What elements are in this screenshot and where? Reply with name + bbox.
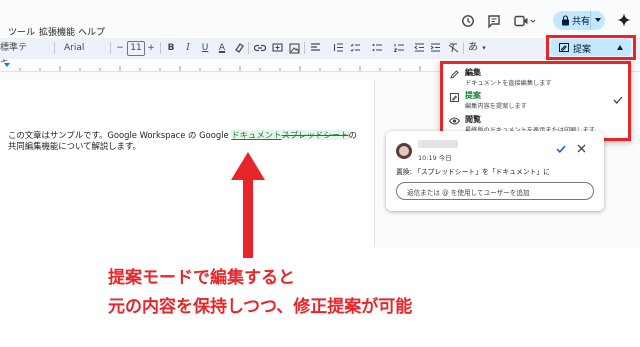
mode-option-title: 閲覧 bbox=[465, 115, 481, 124]
share-button[interactable]: 共有 bbox=[553, 11, 605, 30]
arrow-up-icon bbox=[231, 152, 265, 258]
font-size-increase[interactable]: + bbox=[146, 40, 156, 56]
caption-line-1: 提案モードで編集すると bbox=[108, 268, 295, 288]
suggestion-text: 置換: 「スプレッドシート」を「ドキュメント」に bbox=[396, 168, 550, 176]
mode-option-title: 提案 bbox=[465, 91, 481, 100]
reply-input[interactable]: 返信または @ を使用してユーザーを追加 bbox=[396, 182, 594, 200]
toolbar-divider bbox=[304, 42, 305, 54]
avatar bbox=[396, 143, 412, 159]
mode-option-title: 編集 bbox=[465, 68, 481, 77]
align-icon[interactable] bbox=[310, 43, 321, 53]
document-line-1: この文章はサンプルです。Google Workspace の Google ドキ… bbox=[8, 130, 357, 141]
clear-formatting-icon[interactable] bbox=[448, 43, 459, 53]
checklist-icon[interactable] bbox=[350, 43, 361, 53]
document-body[interactable]: この文章はサンプルです。Google Workspace の Google ドキ… bbox=[8, 130, 357, 152]
toolbar-divider bbox=[248, 42, 249, 54]
input-tools-button[interactable]: あ bbox=[466, 40, 480, 56]
text-run: の bbox=[348, 130, 357, 140]
history-icon[interactable] bbox=[461, 14, 475, 28]
mode-option-suggest[interactable]: 提案 編集内容を提案します bbox=[449, 90, 624, 111]
toolbar-divider bbox=[463, 42, 464, 54]
menu-help[interactable]: ヘルプ bbox=[78, 25, 105, 38]
chevron-down-icon bbox=[595, 18, 601, 22]
suggested-insertion[interactable]: ドキュメント bbox=[231, 130, 282, 140]
share-dropdown[interactable] bbox=[590, 11, 605, 30]
style-select[interactable]: 標準テキ… bbox=[0, 40, 40, 69]
font-size-decrease[interactable]: − bbox=[115, 40, 125, 56]
accept-check-icon[interactable] bbox=[556, 145, 566, 153]
image-icon[interactable] bbox=[289, 43, 300, 54]
underline-icon[interactable]: U bbox=[199, 40, 211, 56]
text-run: この文章はサンプルです。Google Workspace の Google bbox=[8, 130, 232, 140]
suggested-deletion[interactable]: スプレッドシート bbox=[281, 130, 349, 140]
caption-line-2: 元の内容を保持しつつ、修正提案が可能 bbox=[108, 297, 413, 317]
toolbar-divider bbox=[160, 42, 161, 54]
bulleted-list-icon[interactable] bbox=[372, 43, 383, 53]
document-line-2: 共同編集機能について解説します。 bbox=[8, 141, 141, 151]
font-size-input[interactable]: 11 bbox=[127, 41, 145, 56]
mode-option-desc: 編集内容を提案します bbox=[465, 103, 527, 110]
mode-option-edit[interactable]: 編集 ドキュメントを直接編集します bbox=[449, 67, 624, 88]
close-icon[interactable] bbox=[577, 144, 586, 153]
menu-tools[interactable]: ツール bbox=[8, 25, 35, 38]
ruler-ticks bbox=[4, 63, 421, 71]
line-spacing-icon[interactable] bbox=[333, 43, 344, 53]
chevron-down-icon[interactable]: ▾ bbox=[480, 40, 488, 56]
author-name-redacted bbox=[418, 140, 458, 148]
pencil-icon bbox=[450, 70, 459, 79]
font-select[interactable]: Arial bbox=[64, 40, 104, 56]
highlight-icon[interactable] bbox=[234, 43, 244, 53]
toolbar-divider bbox=[54, 42, 55, 54]
bold-icon[interactable]: B bbox=[165, 40, 177, 56]
add-comment-icon[interactable] bbox=[272, 43, 283, 54]
decrease-indent-icon[interactable] bbox=[414, 43, 425, 53]
suggest-icon bbox=[450, 93, 459, 102]
video-icon[interactable] bbox=[514, 15, 536, 27]
document-page[interactable] bbox=[0, 80, 375, 247]
highlight-frame bbox=[546, 35, 636, 60]
check-icon bbox=[613, 96, 623, 104]
comment-icon[interactable] bbox=[487, 14, 501, 28]
mode-option-desc: ドキュメントを直接編集します bbox=[465, 80, 552, 87]
gemini-icon[interactable] bbox=[617, 13, 631, 27]
eye-icon bbox=[449, 117, 460, 125]
comment-time: 10:19 今日 bbox=[418, 154, 452, 162]
increase-indent-icon[interactable] bbox=[430, 43, 441, 53]
italic-icon[interactable]: I bbox=[182, 40, 194, 56]
menu-extensions[interactable]: 拡張機能 bbox=[39, 25, 75, 38]
toolbar-divider bbox=[110, 42, 111, 54]
numbered-list-icon[interactable] bbox=[394, 43, 405, 53]
text-color-icon[interactable]: A bbox=[216, 40, 228, 56]
reply-placeholder: 返信または @ を使用してユーザーを追加 bbox=[407, 189, 530, 197]
link-icon[interactable] bbox=[254, 44, 266, 52]
lock-icon bbox=[562, 15, 569, 26]
editing-mode-menu: 編集 ドキュメントを直接編集します 提案 編集内容を提案します 閲覧 最終版のド… bbox=[440, 61, 631, 141]
share-label: 共有 bbox=[572, 17, 591, 27]
